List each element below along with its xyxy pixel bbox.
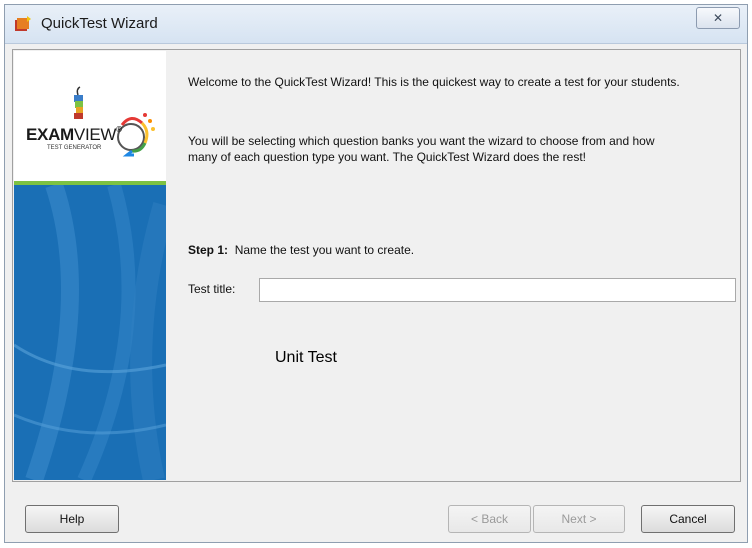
help-button[interactable]: Help <box>25 505 119 533</box>
close-icon: ✕ <box>712 11 724 25</box>
cancel-button[interactable]: Cancel <box>641 505 735 533</box>
test-title-input[interactable] <box>259 278 736 302</box>
welcome-text: Welcome to the QuickTest Wizard! This is… <box>188 75 680 89</box>
blue-swirl-graphic <box>14 185 166 480</box>
logo-name-light: VIEW <box>73 125 117 144</box>
back-button[interactable]: < Back <box>448 505 531 533</box>
quicktest-wizard-window: QuickTest Wizard ✕ EXAMVIEW® TEST GENERA… <box>4 4 748 543</box>
examview-logo: EXAMVIEW® TEST GENERATOR <box>14 51 166 181</box>
logo-name-bold: EXAM <box>26 125 74 144</box>
test-title-label: Test title: <box>188 282 236 296</box>
description-text: You will be selecting which question ban… <box>188 134 655 164</box>
step-text: Name the test you want to create. <box>234 243 415 257</box>
step-label: Step 1: <box>188 243 229 257</box>
logo-trademark: ® <box>116 125 122 134</box>
quicktest-app-icon <box>14 15 32 33</box>
unit-test-text: Unit Test <box>275 349 337 366</box>
close-button[interactable]: ✕ <box>696 7 740 29</box>
logo-subtitle: TEST GENERATOR <box>47 145 102 151</box>
window-title: QuickTest Wizard <box>41 15 158 32</box>
next-button[interactable]: Next > <box>533 505 625 533</box>
title-bar[interactable]: QuickTest Wizard ✕ <box>5 5 747 44</box>
wizard-body: EXAMVIEW® TEST GENERATOR <box>12 49 741 482</box>
side-banner: EXAMVIEW® TEST GENERATOR <box>14 51 166 480</box>
step-1-heading: Step 1: Name the test you want to create… <box>188 243 698 259</box>
